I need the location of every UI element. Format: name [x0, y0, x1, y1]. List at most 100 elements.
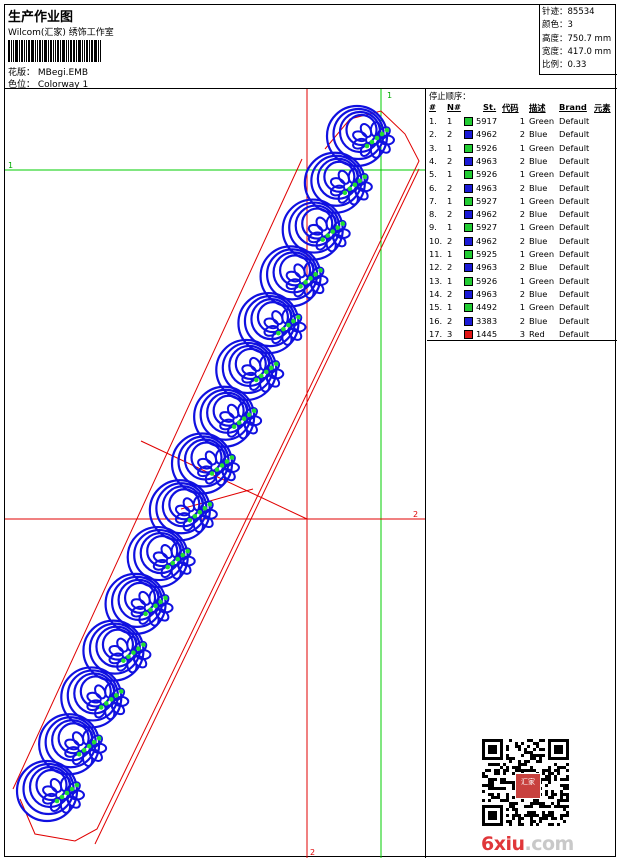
stop-row: 1. 1 5917 1 Green Default — [427, 115, 617, 128]
stop-needle: 1 — [447, 275, 453, 286]
col-code: 代码 — [502, 103, 519, 113]
stop-description: Blue — [529, 288, 548, 299]
stop-description: Green — [529, 222, 555, 233]
stop-code: 1 — [519, 195, 525, 206]
stop-stitches: 4963 — [476, 155, 498, 166]
stop-row: 17. 3 1445 3 Red Default — [427, 328, 617, 341]
lace-flower-motif — [215, 338, 285, 402]
color-swatch — [464, 263, 473, 273]
stop-description: Blue — [529, 235, 548, 246]
stop-needle: 2 — [447, 182, 453, 193]
stop-index: 3. — [429, 142, 437, 153]
red-marker-bottom: 2 — [310, 848, 315, 857]
stop-index: 9. — [429, 222, 437, 233]
lace-flower-motif — [281, 198, 351, 261]
stop-index: 13. — [429, 275, 443, 286]
design-stats-box: 针迹：85534 颜色：3 高度：750.7 mm 宽度：417.0 mm 比例… — [539, 5, 617, 75]
stop-needle: 2 — [447, 315, 453, 326]
stop-needle: 1 — [447, 222, 453, 233]
stop-sequence-header: # N# St. 代码 描述 Brand 元素 — [427, 102, 617, 114]
stop-stitches: 4963 — [476, 288, 498, 299]
stop-brand: Default — [559, 195, 590, 206]
stop-stitches: 4962 — [476, 209, 498, 220]
stop-brand: Default — [559, 116, 590, 126]
stat-width: 宽度：417.0 mm — [542, 46, 612, 57]
lace-flower-motif — [303, 151, 373, 214]
color-swatch — [464, 130, 473, 140]
stop-description: Blue — [529, 315, 548, 326]
lace-flower-motif — [325, 104, 395, 168]
stop-needle: 1 — [447, 195, 453, 206]
design-preview-canvas[interactable]: 1 1 2 2 — [5, 89, 426, 858]
stop-code: 1 — [519, 249, 525, 259]
stop-code: 2 — [519, 288, 525, 299]
stop-code: 2 — [519, 315, 525, 326]
stop-stitches: 5926 — [476, 142, 498, 153]
stop-code: 1 — [519, 302, 525, 313]
bounding-line-right — [94, 168, 420, 845]
stop-needle: 1 — [447, 116, 453, 126]
stop-code: 1 — [519, 275, 525, 286]
color-swatch — [464, 156, 473, 166]
stop-description: Blue — [529, 129, 548, 140]
stop-brand: Default — [559, 275, 590, 286]
stop-sequence-title: 停止顺序： — [429, 91, 471, 101]
stop-index: 14. — [429, 288, 443, 299]
stop-row: 12. 2 4963 2 Blue Default — [427, 261, 617, 274]
stop-brand: Default — [559, 328, 590, 339]
stop-index: 1. — [429, 116, 437, 126]
stop-index: 6. — [429, 182, 437, 193]
stop-needle: 2 — [447, 209, 453, 220]
outline-path — [19, 110, 420, 842]
stop-row: 6. 2 4963 2 Blue Default — [427, 182, 617, 195]
color-swatch — [464, 303, 473, 313]
stop-sequence-panel: 停止顺序： # N# St. 代码 描述 Brand 元素 1. 1 5917 1 Gr… — [427, 89, 617, 341]
col-description: 描述 — [529, 103, 546, 113]
stop-row: 5. 1 5926 1 Green Default — [427, 168, 617, 181]
col-index: # — [429, 102, 436, 112]
stop-needle: 1 — [447, 302, 453, 313]
stop-row: 7. 1 5927 1 Green Default — [427, 195, 617, 208]
stop-stitches: 5926 — [476, 275, 498, 286]
stop-stitches: 4492 — [476, 302, 498, 313]
stop-code: 2 — [519, 262, 525, 273]
stop-code: 1 — [519, 169, 525, 180]
color-swatch — [464, 289, 473, 299]
stop-index: 7. — [429, 195, 437, 206]
stop-stitches: 4963 — [476, 262, 498, 273]
watermark-part-a: 6xiu — [481, 833, 525, 855]
lace-flower-motif — [148, 479, 218, 542]
stop-brand: Default — [559, 302, 590, 313]
bounding-line-left — [12, 158, 303, 790]
stop-description: Green — [529, 275, 555, 286]
stop-stitches: 4962 — [476, 235, 498, 246]
stop-stitches: 5925 — [476, 249, 498, 259]
site-watermark: 6xiu.com — [481, 833, 574, 855]
lace-flower-motif — [15, 759, 85, 823]
stop-brand: Default — [559, 235, 590, 246]
stop-index: 16. — [429, 315, 443, 326]
stop-stitches: 5917 — [476, 116, 498, 126]
stop-brand: Default — [559, 222, 590, 233]
production-worksheet: 生产作业图 Wilcom(汇家) 绣饰工作室 花版： MBegi.EMB 色位：… — [4, 4, 617, 858]
stop-stitches: 1445 — [476, 328, 498, 339]
lace-flower-motif — [193, 385, 263, 448]
stat-colors: 颜色：3 — [542, 20, 573, 31]
stop-row: 13. 1 5926 1 Green Default — [427, 275, 617, 288]
stop-description: Green — [529, 169, 555, 180]
stop-stitches: 4962 — [476, 129, 498, 140]
stop-stitches: 4963 — [476, 182, 498, 193]
stop-brand: Default — [559, 129, 590, 140]
stop-index: 11. — [429, 249, 443, 259]
stop-brand: Default — [559, 182, 590, 193]
col-needle: N# — [447, 102, 461, 112]
stop-brand: Default — [559, 249, 590, 259]
color-swatch — [464, 210, 473, 220]
lace-motif-group — [15, 104, 395, 823]
red-marker-2: 2 — [413, 510, 418, 519]
color-swatch — [464, 143, 473, 153]
stop-row: 16. 2 3383 2 Blue Default — [427, 315, 617, 328]
stop-needle: 3 — [447, 328, 453, 339]
stop-needle: 2 — [447, 288, 453, 299]
color-swatch — [464, 196, 473, 206]
